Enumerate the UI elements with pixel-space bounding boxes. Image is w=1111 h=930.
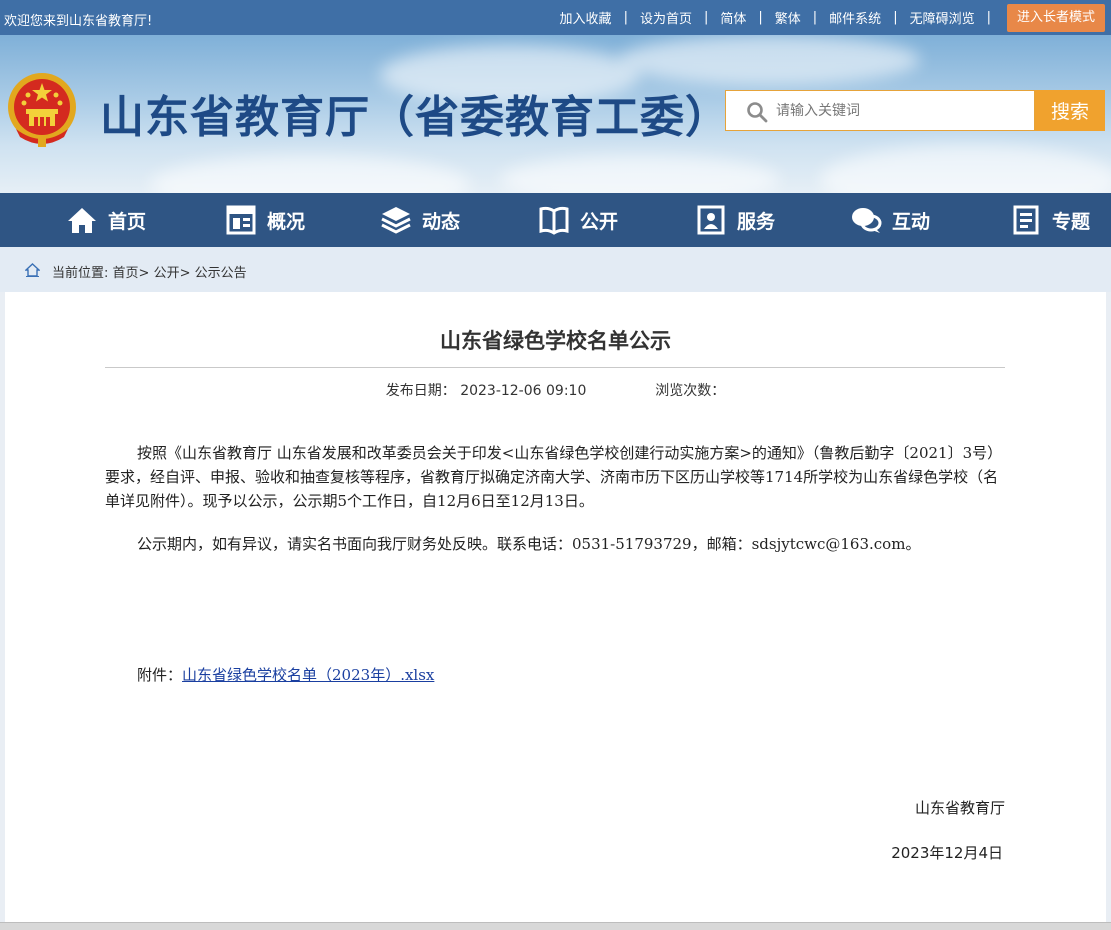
signature: 山东省教育厅 (914, 799, 1005, 817)
article-content: 山东省绿色学校名单公示 发布日期： 2023-12-06 09:10 浏览次数：… (5, 292, 1106, 922)
site-title: 山东省教育厅（省委教育工委） (100, 92, 730, 143)
nav-item-overview[interactable]: 概况 (225, 193, 305, 247)
nav-item-label: 首页 (108, 210, 147, 233)
signature-date: 2023年12月4日 (891, 844, 1003, 862)
accessibility-link[interactable]: 无障碍浏览 (910, 8, 975, 27)
nav-item-topics[interactable]: 专题 (1010, 193, 1090, 247)
breadcrumb-prefix: 当前位置: (52, 266, 109, 281)
simplified-chinese-link[interactable]: 简体 (720, 8, 746, 27)
header-banner: 山东省教育厅（省委教育工委） 搜索 (0, 35, 1111, 193)
home-icon (68, 208, 96, 233)
service-icon (697, 205, 725, 235)
add-favorite-link[interactable]: 加入收藏 (560, 8, 612, 27)
topic-icon (1013, 205, 1039, 235)
overview-icon (226, 205, 256, 235)
nav-item-label: 公开 (580, 210, 619, 233)
book-icon (539, 206, 569, 235)
elder-mode-button[interactable]: 进入长者模式 (1006, 3, 1105, 32)
main-nav: 首页 概况 动态 公开 服务 互动 专题 (0, 193, 1111, 247)
nav-item-interaction[interactable]: 互动 (850, 193, 930, 247)
mail-system-link[interactable]: 邮件系统 (829, 8, 881, 27)
title-divider (105, 367, 1005, 368)
separator: | (986, 10, 991, 25)
view-count-label: 浏览次数： (655, 383, 726, 399)
page-bottom-edge (0, 922, 1111, 930)
separator: | (623, 10, 628, 25)
national-emblem-icon (8, 73, 76, 147)
article-meta: 发布日期： 2023-12-06 09:10 浏览次数： (5, 380, 1106, 400)
attachment-label: 附件： (137, 666, 183, 684)
traditional-chinese-link[interactable]: 繁体 (775, 8, 801, 27)
breadcrumb-home[interactable]: 首页 (113, 266, 139, 281)
attachment-link[interactable]: 山东省绿色学校名单（2023年）.xlsx (182, 666, 434, 684)
nav-item-service[interactable]: 服务 (695, 193, 775, 247)
publish-date-label: 发布日期： (385, 383, 456, 399)
nav-item-label: 互动 (892, 210, 931, 233)
breadcrumb-announcements[interactable]: 公示公告 (195, 266, 247, 281)
nav-item-news[interactable]: 动态 (380, 193, 460, 247)
nav-item-label: 动态 (422, 210, 461, 233)
attachment: 附件：山东省绿色学校名单（2023年）.xlsx (137, 664, 434, 685)
breadcrumb: 当前位置: 首页> 公开> 公示公告 (0, 247, 1111, 292)
chat-icon (852, 208, 882, 233)
welcome-text: 欢迎您来到山东省教育厅! (4, 14, 153, 29)
set-homepage-link[interactable]: 设为首页 (640, 8, 692, 27)
top-bar: 欢迎您来到山东省教育厅! 加入收藏 | 设为首页 | 简体 | 繁体 | 邮件系… (0, 0, 1111, 35)
publish-date: 2023-12-06 09:10 (460, 383, 587, 399)
layers-icon (381, 207, 411, 234)
separator: | (893, 10, 898, 25)
article-title: 山东省绿色学校名单公示 (440, 329, 671, 353)
nav-item-public[interactable]: 公开 (538, 193, 618, 247)
nav-item-label: 专题 (1052, 210, 1091, 233)
nav-item-home[interactable]: 首页 (66, 193, 146, 247)
top-links: 加入收藏 | 设为首页 | 简体 | 繁体 | 邮件系统 | 无障碍浏览 | 进… (560, 0, 1105, 35)
article-paragraph: 按照《山东省教育厅 山东省发展和改革委员会关于印发<山东省绿色学校创建行动实施方… (105, 444, 1003, 510)
separator: | (758, 10, 763, 25)
nav-item-label: 服务 (737, 210, 776, 233)
search-box (725, 90, 1035, 131)
breadcrumb-public[interactable]: 公开 (154, 266, 180, 281)
article-paragraph: 公示期内，如有异议，请实名书面向我厅财务处反映。联系电话：0531-517937… (137, 535, 921, 553)
separator: | (703, 10, 709, 25)
search-icon (747, 102, 768, 123)
separator: | (812, 10, 818, 25)
search-input[interactable] (776, 91, 1026, 130)
home-icon (25, 263, 40, 277)
nav-item-label: 概况 (267, 210, 306, 233)
search-button[interactable]: 搜索 (1035, 90, 1105, 131)
